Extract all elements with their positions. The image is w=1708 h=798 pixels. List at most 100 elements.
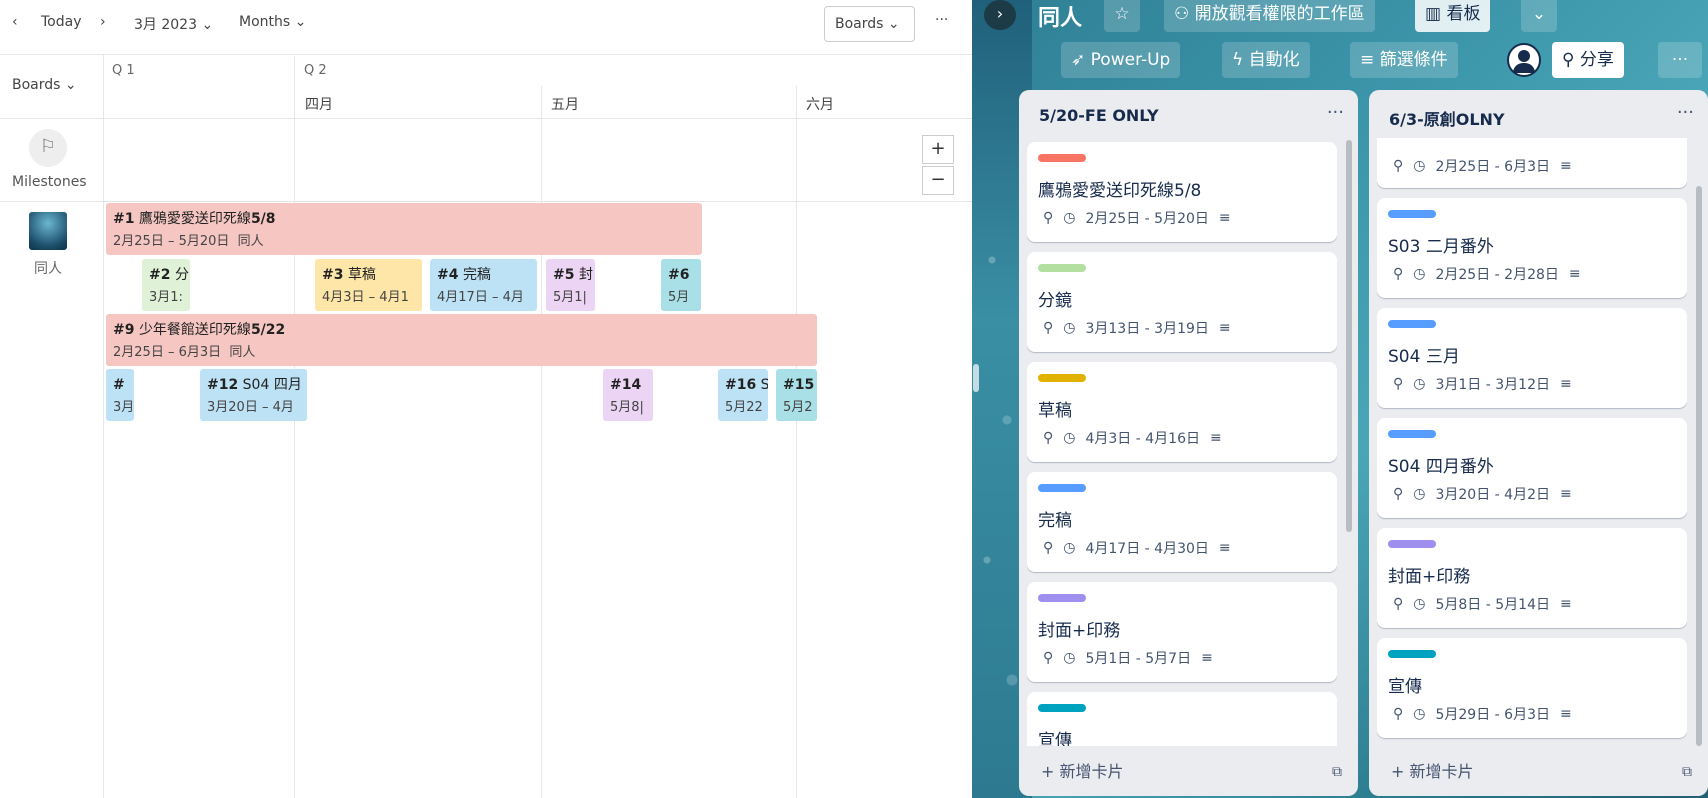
timeline-bar[interactable]: #15 5月2 (776, 369, 817, 421)
list-title[interactable]: 5/20-FE ONLY (1039, 106, 1159, 125)
card-dates: 5月29日 - 6月3日 (1435, 707, 1550, 723)
timeline-bar[interactable]: #9 少年餐館送印死線5/22 2月25日 – 6月3日 同人 (106, 314, 817, 366)
card[interactable]: 完稿 ⚲ ◷ 4月17日 - 4月30日 ≡ (1027, 472, 1337, 572)
list-scrollbar[interactable] (1346, 140, 1352, 532)
bar-tag: 同人 (229, 345, 256, 360)
add-card-label: 新增卡片 (1059, 762, 1124, 781)
bar-title: 完稿 (462, 267, 491, 283)
description-icon: ≡ (1559, 486, 1572, 502)
clock-icon: ◷ (1063, 210, 1076, 226)
timeline-bar[interactable]: #16 S 5月22 (718, 369, 768, 421)
star-icon[interactable]: ☆ (1104, 0, 1140, 32)
timeline-bar[interactable]: # 3月 (106, 369, 134, 421)
clock-icon: ◷ (1413, 158, 1426, 174)
card[interactable]: 宣傳 ⚲ ◷ 5月29日 - 6月3日 ≡ (1377, 638, 1687, 738)
board-menu-icon[interactable]: ··· (1658, 42, 1702, 78)
boards-row-selector[interactable]: Boards ⌄ (12, 77, 77, 93)
description-icon: ≡ (1559, 706, 1572, 722)
card[interactable]: S04 三月 ⚲ ◷ 3月1日 - 3月12日 ≡ (1377, 308, 1687, 408)
card[interactable]: 草稿 ⚲ ◷ 4月3日 - 4月16日 ≡ (1027, 362, 1337, 462)
add-card-button[interactable]: + 新增卡片 (1391, 758, 1474, 782)
card[interactable]: 封面+印務 ⚲ ◷ 5月1日 - 5月7日 ≡ (1027, 582, 1337, 682)
resize-handle[interactable] (973, 364, 979, 392)
zoom-in-button[interactable]: + (922, 135, 954, 164)
chevron-down-icon: ⌄ (64, 77, 77, 93)
description-icon: ≡ (1209, 430, 1222, 446)
timeline-bar[interactable]: #4 完稿 4月17日 – 4月 (430, 259, 537, 311)
bar-dates: 2月25日 – 5月20日 (113, 234, 230, 249)
visibility-button[interactable]: ⚇ 開放觀看權限的工作區 (1164, 0, 1375, 32)
timeline-bar[interactable]: #14 5月8| (603, 369, 653, 421)
board-view-button[interactable]: ▥ 看板 (1415, 0, 1491, 32)
timeline-bar[interactable]: #6 5月 (661, 259, 701, 311)
board-panel: › 同人 ☆ ⚇ 開放觀看權限的工作區 ▥ 看板 ⌄ ➶ Power-Up ϟ … (972, 0, 1708, 798)
automation-button[interactable]: ϟ 自動化 (1222, 42, 1310, 78)
filter-button[interactable]: ≡ 篩選條件 (1350, 42, 1458, 78)
card[interactable]: 分鏡 ⚲ ◷ 3月13日 - 3月19日 ≡ (1027, 252, 1337, 352)
card[interactable]: S03 二月番外 ⚲ ◷ 2月25日 - 2月28日 ≡ (1377, 198, 1687, 298)
board-avatar[interactable] (29, 212, 67, 250)
list-menu-icon[interactable]: ··· (1677, 102, 1694, 123)
card[interactable]: 宣傳 (1027, 692, 1337, 746)
view-label: Months (239, 14, 291, 30)
bar-number: #15 (783, 377, 815, 393)
divider (0, 118, 972, 119)
card-label (1038, 154, 1086, 162)
more-icon[interactable]: ··· (935, 12, 948, 28)
flag-icon[interactable]: ⚐ (29, 129, 67, 167)
clock-icon: ◷ (1413, 376, 1426, 392)
bar-title: 鷹鴉愛愛送印死線 (138, 211, 251, 227)
card-title: 封面+印務 (1388, 567, 1471, 587)
timeline-bar[interactable]: #3 草稿 4月3日 – 4月1 (315, 259, 422, 311)
card-title: 封面+印務 (1038, 621, 1121, 641)
card-label (1038, 704, 1086, 712)
card[interactable]: 鷹鴉愛愛送印死線5/8 ⚲ ◷ 2月25日 - 5月20日 ≡ (1027, 142, 1337, 242)
card-dates: 3月13日 - 3月19日 (1085, 321, 1209, 337)
card-dates: 3月1日 - 3月12日 (1435, 377, 1550, 393)
timeline-bar[interactable]: #5 封 5月1| (546, 259, 595, 311)
timeline-bar[interactable]: #12 S04 四月 3月20日 – 4月 (200, 369, 307, 421)
month-selector[interactable]: 3月 2023 ⌄ (134, 14, 213, 34)
month-column-label: 六月 (806, 97, 834, 113)
zoom-out-button[interactable]: − (922, 166, 954, 195)
card-dates: 3月20日 - 4月2日 (1435, 487, 1550, 503)
bar-number: #3 (322, 267, 344, 283)
list-scrollbar[interactable] (1696, 186, 1702, 746)
card-template-icon[interactable]: ⧉ (1682, 764, 1692, 780)
list-menu-icon[interactable]: ··· (1327, 102, 1344, 123)
card[interactable]: 封面+印務 ⚲ ◷ 5月8日 - 5月14日 ≡ (1377, 528, 1687, 628)
powerup-button[interactable]: ➶ Power-Up (1061, 42, 1181, 78)
list-title[interactable]: 6/3-原創OLNY (1389, 106, 1505, 130)
bar-number: #6 (668, 267, 690, 283)
month-column-label: 四月 (305, 97, 333, 113)
filter-label: 篩選條件 (1379, 50, 1448, 70)
automation-label: 自動化 (1248, 50, 1300, 70)
card[interactable]: S04 四月番外 ⚲ ◷ 3月20日 - 4月2日 ≡ (1377, 418, 1687, 518)
card-template-icon[interactable]: ⧉ (1332, 764, 1342, 780)
description-icon: ≡ (1568, 266, 1581, 282)
view-selector[interactable]: Months ⌄ (239, 14, 306, 30)
bar-title-bold: 5/22 (250, 322, 286, 338)
share-button[interactable]: ⚲ 分享 (1552, 42, 1624, 78)
chevron-right-icon[interactable]: › (984, 0, 1016, 30)
view-switcher-chevron-icon[interactable]: ⌄ (1521, 0, 1557, 32)
boards-button[interactable]: Boards ⌄ (824, 6, 915, 42)
card[interactable]: ⚲ ◷ 2月25日 - 6月3日 ≡ (1377, 138, 1687, 188)
next-arrow-icon[interactable]: › (100, 14, 106, 30)
timeline-bar[interactable]: #1 鷹鴉愛愛送印死線5/8 2月25日 – 5月20日 同人 (106, 203, 702, 255)
card-label (1388, 320, 1436, 328)
board-title[interactable]: 同人 (1038, 0, 1082, 32)
card-title: S04 四月番外 (1388, 457, 1494, 477)
watch-icon: ⚲ (1393, 706, 1404, 722)
add-card-button[interactable]: + 新增卡片 (1041, 758, 1124, 782)
member-avatar[interactable] (1507, 43, 1541, 77)
clock-icon: ◷ (1413, 486, 1426, 502)
today-button[interactable]: Today (41, 14, 82, 30)
card-dates: 5月1日 - 5月7日 (1085, 651, 1192, 667)
card-dates: 2月25日 - 6月3日 (1435, 159, 1550, 175)
timeline-bar[interactable]: #2 分 3月1: (142, 259, 190, 311)
prev-arrow-icon[interactable]: ‹ (12, 14, 18, 30)
bar-dates: 5月8| (610, 400, 644, 415)
description-icon: ≡ (1201, 650, 1213, 666)
month-column-label: 五月 (551, 97, 579, 113)
